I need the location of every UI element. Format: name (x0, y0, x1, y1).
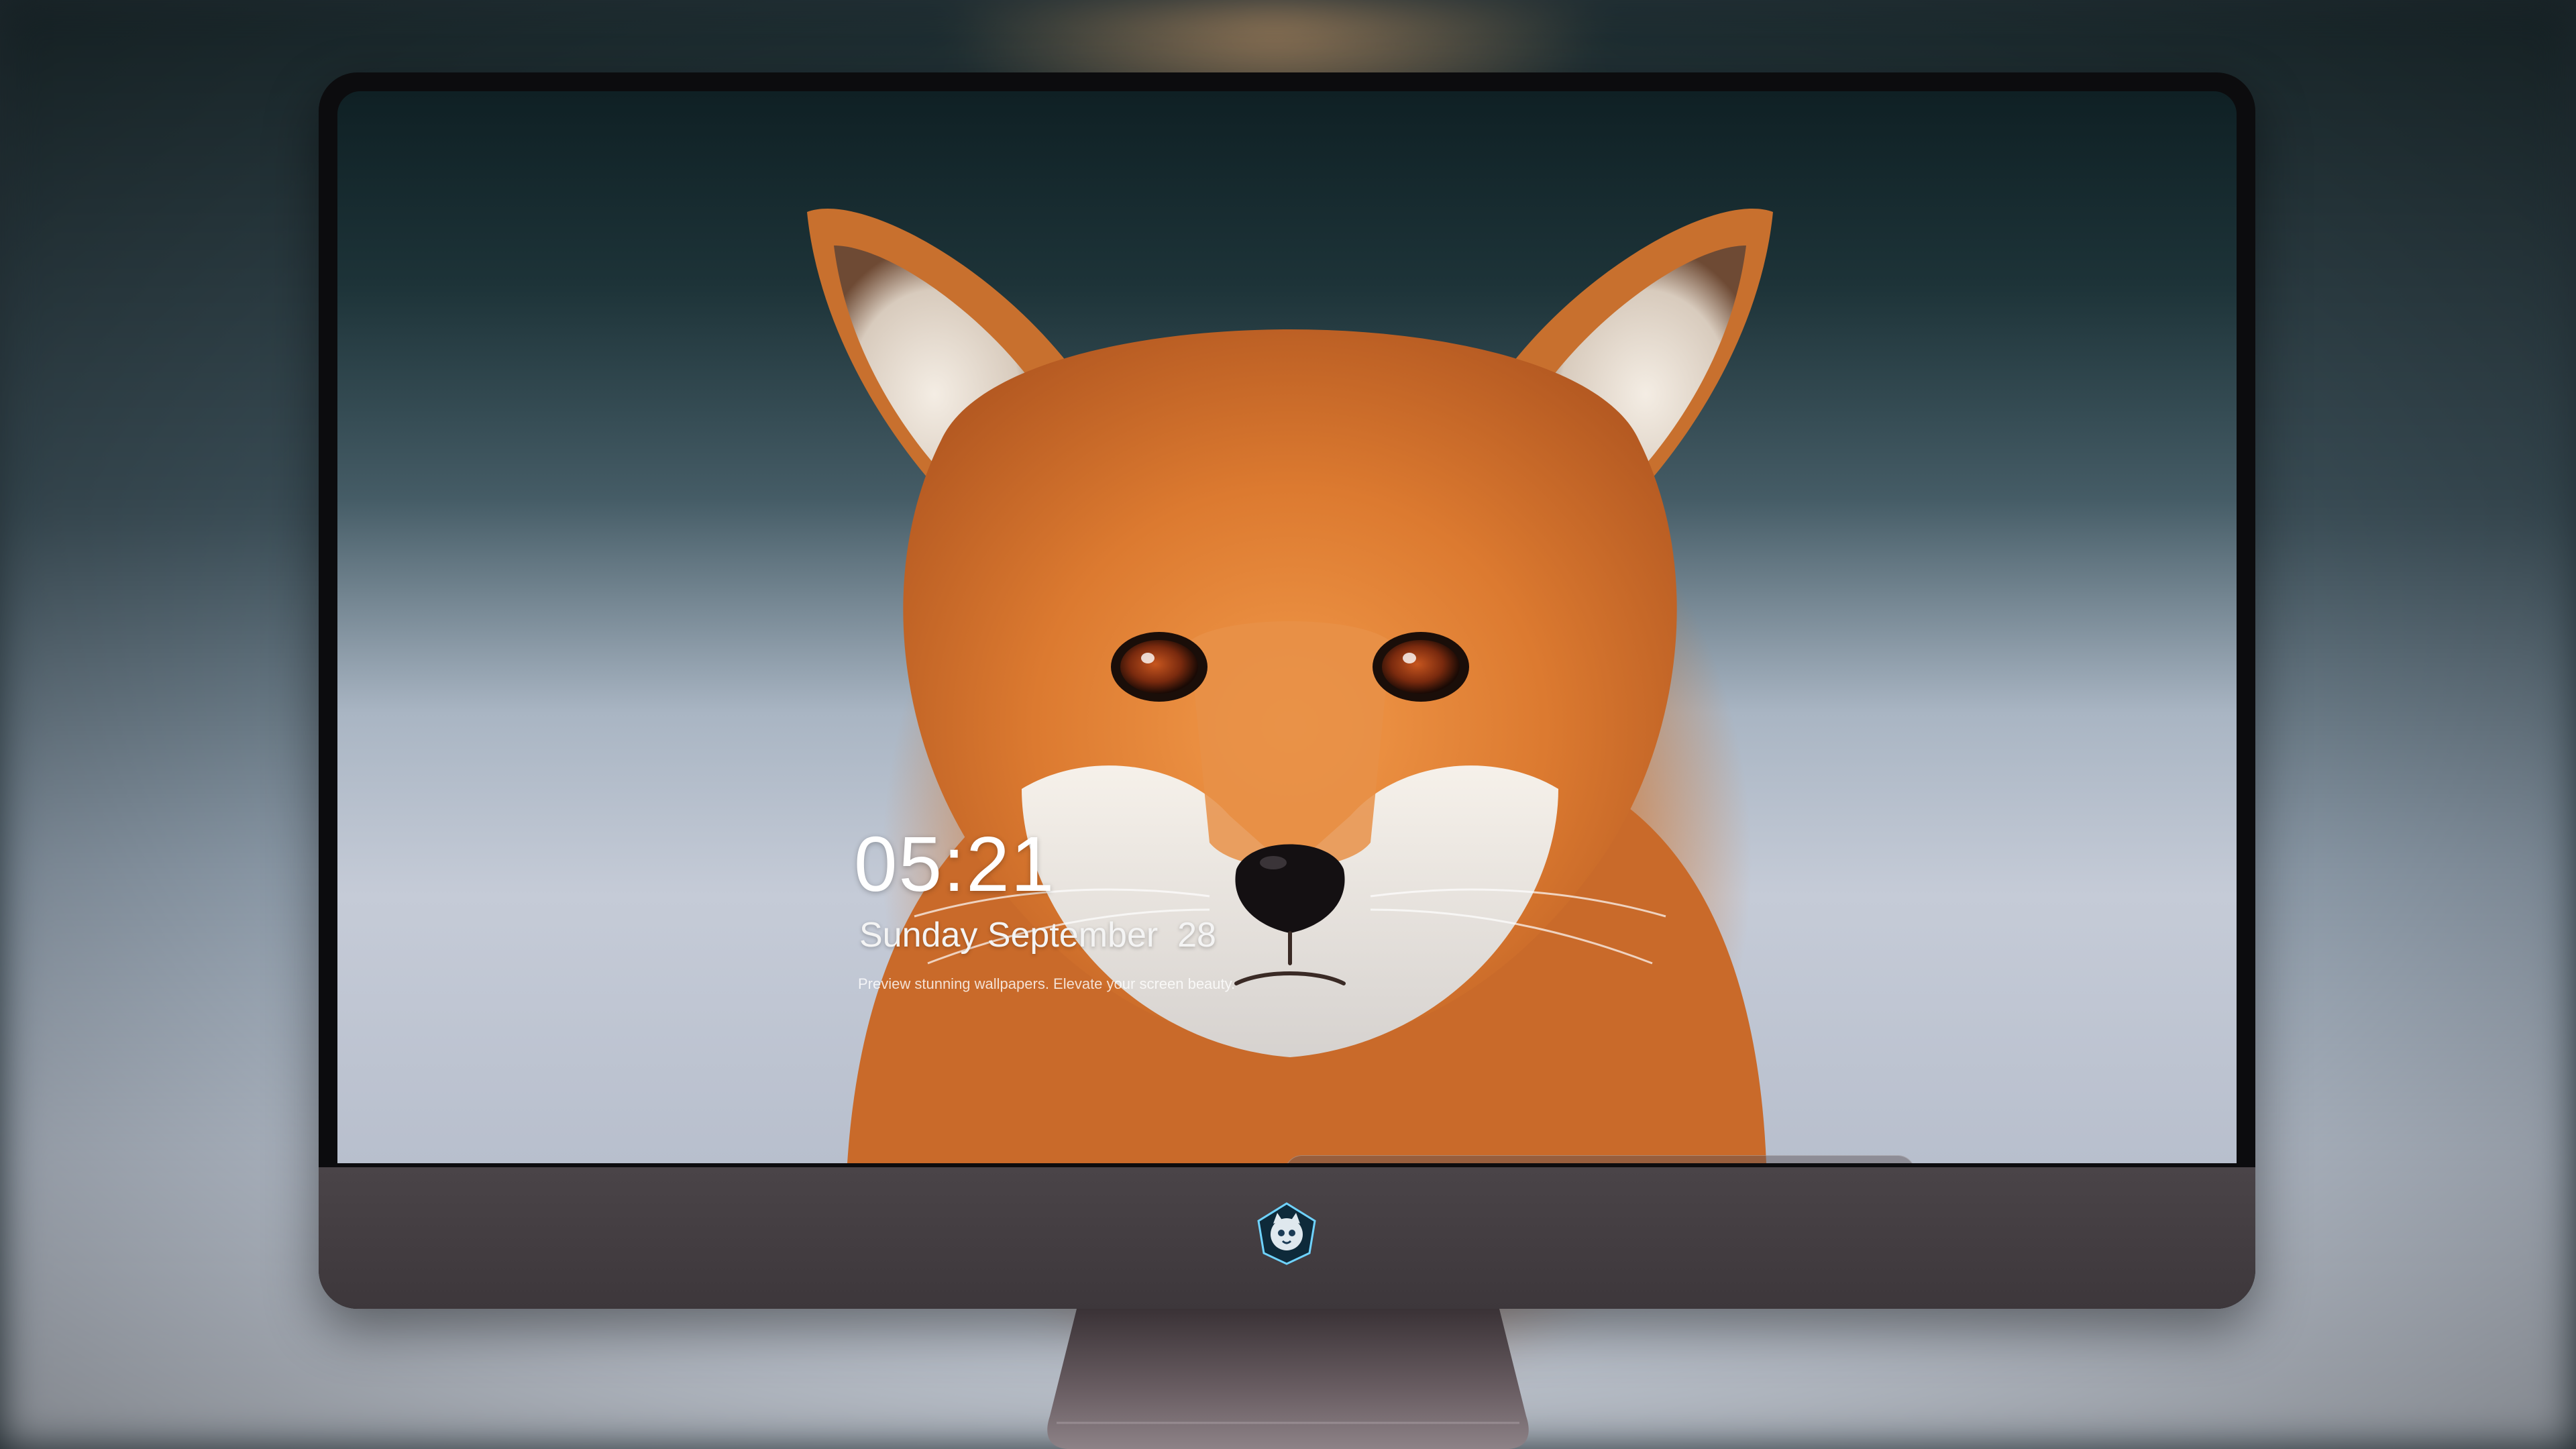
monitor-frame: 05:21 Sunday September 28 Preview stunni… (319, 72, 2255, 1309)
monitor-screen: 05:21 Sunday September 28 Preview stunni… (337, 91, 2237, 1163)
lockscreen-date: Sunday September 28 (859, 916, 1216, 955)
fox-wallpaper (807, 209, 1773, 1163)
cat-mascot-logo (1257, 1202, 1316, 1265)
monitor-chin (319, 1167, 2255, 1309)
dock (1285, 1155, 1915, 1163)
monitor-stand (1047, 1309, 1529, 1449)
lockscreen-time: 05:21 (854, 820, 1056, 908)
lockscreen-caption: Preview stunning wallpapers. Elevate you… (858, 975, 1236, 992)
